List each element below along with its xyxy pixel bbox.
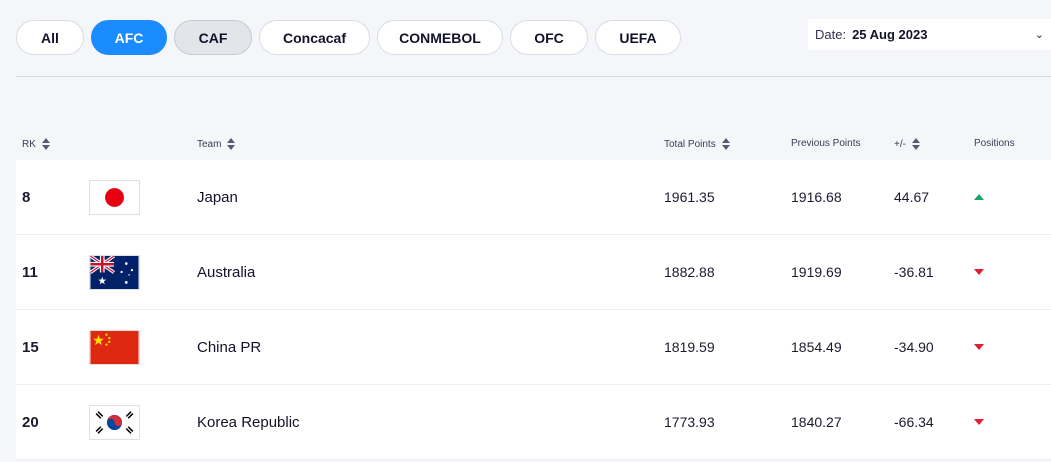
arrow-down-icon xyxy=(974,344,984,350)
filter-concacaf-button[interactable]: Concacaf xyxy=(259,20,370,55)
previous-points-value: 1916.68 xyxy=(791,189,842,205)
china-flag-cell xyxy=(89,310,140,384)
table-row[interactable]: 8 Japan 1961.35 1916.68 44.67 xyxy=(16,160,1051,235)
china-flag-icon xyxy=(89,329,140,365)
column-header-positions: Positions xyxy=(974,138,1015,149)
column-header-diff-label: +/- xyxy=(894,138,906,150)
rankings-table: 8 Japan 1961.35 1916.68 44.67 11 Austral… xyxy=(16,160,1051,460)
table-header: RK Team Total Points Previous Points +/-… xyxy=(16,136,1051,154)
diff-value: -34.90 xyxy=(894,339,934,355)
korea-flag-icon xyxy=(89,404,140,440)
position-change xyxy=(974,235,984,309)
filter-all-button[interactable]: All xyxy=(16,20,84,55)
japan-flag-cell xyxy=(89,160,140,234)
column-header-rank[interactable]: RK xyxy=(22,138,50,150)
column-header-positions-label: Positions xyxy=(974,138,1015,149)
korea-flag-cell xyxy=(89,385,140,459)
table-row[interactable]: 11 Australia 1882.88 1919.69 -36.81 xyxy=(16,235,1051,310)
table-row[interactable]: 15 China PR 1819.59 1854.49 -34.90 xyxy=(16,310,1051,385)
filter-ofc-button[interactable]: OFC xyxy=(510,20,588,55)
date-dropdown[interactable]: Date: 25 Aug 2023 ⌄ xyxy=(808,19,1051,50)
filter-caf-button[interactable]: CAF xyxy=(174,20,252,55)
column-header-team[interactable]: Team xyxy=(197,138,236,150)
japan-flag-icon xyxy=(89,179,140,215)
column-header-diff[interactable]: +/- xyxy=(894,138,920,150)
arrow-down-icon xyxy=(974,269,984,275)
team-name[interactable]: Australia xyxy=(197,235,255,309)
position-change xyxy=(974,310,984,384)
previous-points-value: 1854.49 xyxy=(791,339,842,355)
team-name[interactable]: China PR xyxy=(197,310,261,384)
confederation-filters: All AFC CAF Concacaf CONMEBOL OFC UEFA xyxy=(16,20,681,55)
total-points-value: 1819.59 xyxy=(664,339,715,355)
previous-points-value: 1840.27 xyxy=(791,414,842,430)
rank-value: 20 xyxy=(22,413,39,431)
previous-points-value: 1919.69 xyxy=(791,264,842,280)
divider xyxy=(16,76,1051,77)
chevron-down-icon: ⌄ xyxy=(1034,29,1044,41)
date-value: 25 Aug 2023 xyxy=(852,27,928,42)
australia-flag-cell xyxy=(89,235,140,309)
column-header-total-points[interactable]: Total Points xyxy=(664,138,730,150)
column-header-previous-points-label: Previous Points xyxy=(791,138,861,149)
rank-value: 11 xyxy=(22,263,38,281)
column-header-previous-points: Previous Points xyxy=(791,138,860,149)
team-name[interactable]: Japan xyxy=(197,160,238,234)
column-header-total-points-label: Total Points xyxy=(664,138,716,150)
column-header-rank-label: RK xyxy=(22,138,36,150)
total-points-value: 1961.35 xyxy=(664,189,715,205)
position-change xyxy=(974,385,984,459)
date-label: Date: xyxy=(815,27,847,42)
filter-uefa-button[interactable]: UEFA xyxy=(595,20,681,55)
column-header-team-label: Team xyxy=(197,138,222,150)
team-name[interactable]: Korea Republic xyxy=(197,385,300,459)
total-points-value: 1773.93 xyxy=(664,414,715,430)
sort-icon xyxy=(227,138,236,150)
diff-value: -66.34 xyxy=(894,414,934,430)
arrow-down-icon xyxy=(974,419,984,425)
arrow-up-icon xyxy=(974,194,984,200)
total-points-value: 1882.88 xyxy=(664,264,715,280)
diff-value: -36.81 xyxy=(894,264,934,280)
sort-icon xyxy=(911,138,920,150)
rank-value: 8 xyxy=(22,188,31,206)
australia-flag-icon xyxy=(89,254,140,290)
rank-value: 15 xyxy=(22,338,39,356)
table-row[interactable]: 20 Korea Republic 1773.93 1840.27 -66.34 xyxy=(16,385,1051,460)
diff-value: 44.67 xyxy=(894,189,930,205)
sort-icon xyxy=(41,138,50,150)
sort-icon xyxy=(721,138,730,150)
filter-afc-button[interactable]: AFC xyxy=(91,20,167,55)
filter-conmebol-button[interactable]: CONMEBOL xyxy=(377,20,503,55)
position-change xyxy=(974,160,984,234)
